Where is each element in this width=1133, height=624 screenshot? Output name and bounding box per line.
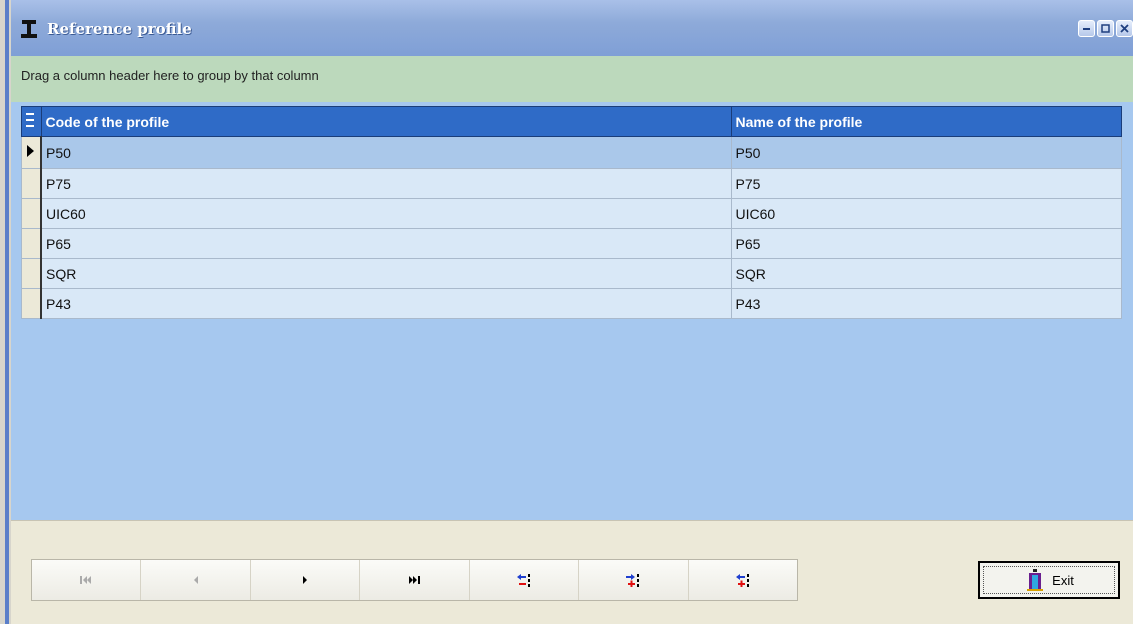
profile-table: Code of the profile Name of the profile … <box>21 106 1122 319</box>
close-button[interactable] <box>1116 20 1133 37</box>
cell-name[interactable]: P65 <box>730 228 1122 259</box>
reference-profile-window: Reference profile Drag a column header h… <box>11 0 1133 624</box>
rail-profile-icon <box>21 20 37 38</box>
first-record-button[interactable] <box>32 560 142 600</box>
last-record-icon <box>409 576 421 584</box>
table-row[interactable]: SQR SQR <box>21 258 1122 289</box>
group-by-hint: Drag a column header here to group by th… <box>21 68 319 83</box>
cell-code[interactable]: SQR <box>40 258 732 289</box>
group-by-panel[interactable]: Drag a column header here to group by th… <box>11 56 1133 102</box>
cell-code[interactable]: P43 <box>40 288 732 319</box>
window-title: Reference profile <box>47 20 192 38</box>
first-record-icon <box>80 576 92 584</box>
window-left-edge <box>0 0 11 624</box>
cell-code[interactable]: P50 <box>40 136 732 169</box>
cell-name[interactable]: P43 <box>730 288 1122 319</box>
cell-name[interactable]: UIC60 <box>730 198 1122 229</box>
column-header-name[interactable]: Name of the profile <box>730 106 1122 137</box>
door-exit-icon <box>1027 569 1044 591</box>
table-row[interactable]: P50 P50 <box>21 136 1122 169</box>
title-bar[interactable]: Reference profile <box>11 0 1133 56</box>
data-grid: Code of the profile Name of the profile … <box>11 102 1133 520</box>
append-record-button[interactable] <box>688 560 797 600</box>
row-indicator[interactable] <box>21 136 42 169</box>
list-icon <box>26 113 34 127</box>
bottom-panel: Exit <box>11 520 1133 624</box>
cell-code[interactable]: P65 <box>40 228 732 259</box>
window-controls <box>1078 20 1133 37</box>
delete-record-button[interactable] <box>469 560 580 600</box>
restore-icon <box>1101 24 1110 33</box>
exit-label: Exit <box>1052 572 1074 588</box>
restore-button[interactable] <box>1097 20 1114 37</box>
cell-name[interactable]: P50 <box>730 136 1122 169</box>
row-indicator[interactable] <box>21 288 42 319</box>
row-indicator[interactable] <box>21 198 42 229</box>
append-record-icon <box>735 574 749 587</box>
last-record-button[interactable] <box>360 560 470 600</box>
next-record-button[interactable] <box>250 560 361 600</box>
cell-code[interactable]: P75 <box>40 168 732 199</box>
table-row[interactable]: P43 P43 <box>21 288 1122 319</box>
minimize-button[interactable] <box>1078 20 1095 37</box>
table-row[interactable]: UIC60 UIC60 <box>21 198 1122 229</box>
table-row[interactable]: P65 P65 <box>21 228 1122 259</box>
previous-record-button[interactable] <box>141 560 251 600</box>
row-indicator[interactable] <box>21 258 42 289</box>
previous-record-icon <box>193 576 198 584</box>
current-row-icon <box>27 145 34 157</box>
record-navigator <box>31 559 798 601</box>
column-header-code[interactable]: Code of the profile <box>40 106 732 137</box>
cell-name[interactable]: P75 <box>730 168 1122 199</box>
delete-record-icon <box>516 574 530 587</box>
insert-record-button[interactable] <box>579 560 689 600</box>
row-indicator[interactable] <box>21 228 42 259</box>
row-indicator[interactable] <box>21 168 42 199</box>
exit-button[interactable]: Exit <box>978 561 1120 599</box>
table-row[interactable]: P75 P75 <box>21 168 1122 199</box>
minimize-icon <box>1083 28 1090 30</box>
table-header-row: Code of the profile Name of the profile <box>21 106 1122 137</box>
column-chooser-button[interactable] <box>21 106 42 137</box>
cell-name[interactable]: SQR <box>730 258 1122 289</box>
insert-record-icon <box>626 574 640 587</box>
cell-code[interactable]: UIC60 <box>40 198 732 229</box>
next-record-icon <box>303 576 308 584</box>
close-icon <box>1120 24 1129 33</box>
